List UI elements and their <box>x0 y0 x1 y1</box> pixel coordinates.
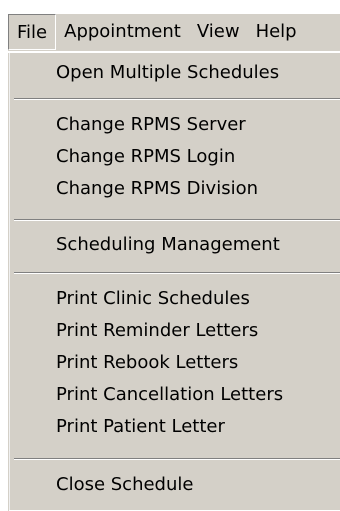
menu-item-change-rpms-login[interactable]: Change RPMS Login <box>10 141 339 173</box>
menu-separator <box>14 272 340 274</box>
menu-item-print-reminder-letters[interactable]: Print Reminder Letters <box>10 315 339 347</box>
menu-item-print-patient-letter[interactable]: Print Patient Letter <box>10 411 339 443</box>
application-window: File Appointment View Help Open Multiple… <box>0 0 340 511</box>
menu-appointment[interactable]: Appointment <box>56 14 189 50</box>
menu-item-open-multiple-schedules[interactable]: Open Multiple Schedules <box>10 57 339 89</box>
menu-item-print-rebook-letters[interactable]: Print Rebook Letters <box>10 347 339 379</box>
menu-item-close-schedule[interactable]: Close Schedule <box>10 469 339 501</box>
menu-item-scheduling-management[interactable]: Scheduling Management <box>10 229 339 261</box>
menu-bar: File Appointment View Help <box>8 14 340 52</box>
menu-item-print-clinic-schedules[interactable]: Print Clinic Schedules <box>10 283 339 315</box>
menu-file[interactable]: File <box>8 14 57 50</box>
file-dropdown-menu: Open Multiple Schedules Change RPMS Serv… <box>8 52 340 511</box>
menu-separator <box>14 98 340 100</box>
menu-item-change-rpms-division[interactable]: Change RPMS Division <box>10 173 339 205</box>
menu-item-change-rpms-server[interactable]: Change RPMS Server <box>10 109 339 141</box>
menu-item-print-cancellation-letters[interactable]: Print Cancellation Letters <box>10 379 339 411</box>
menu-view[interactable]: View <box>189 14 248 50</box>
menu-separator <box>14 219 340 221</box>
menu-separator <box>14 458 340 460</box>
menu-help[interactable]: Help <box>248 14 305 50</box>
